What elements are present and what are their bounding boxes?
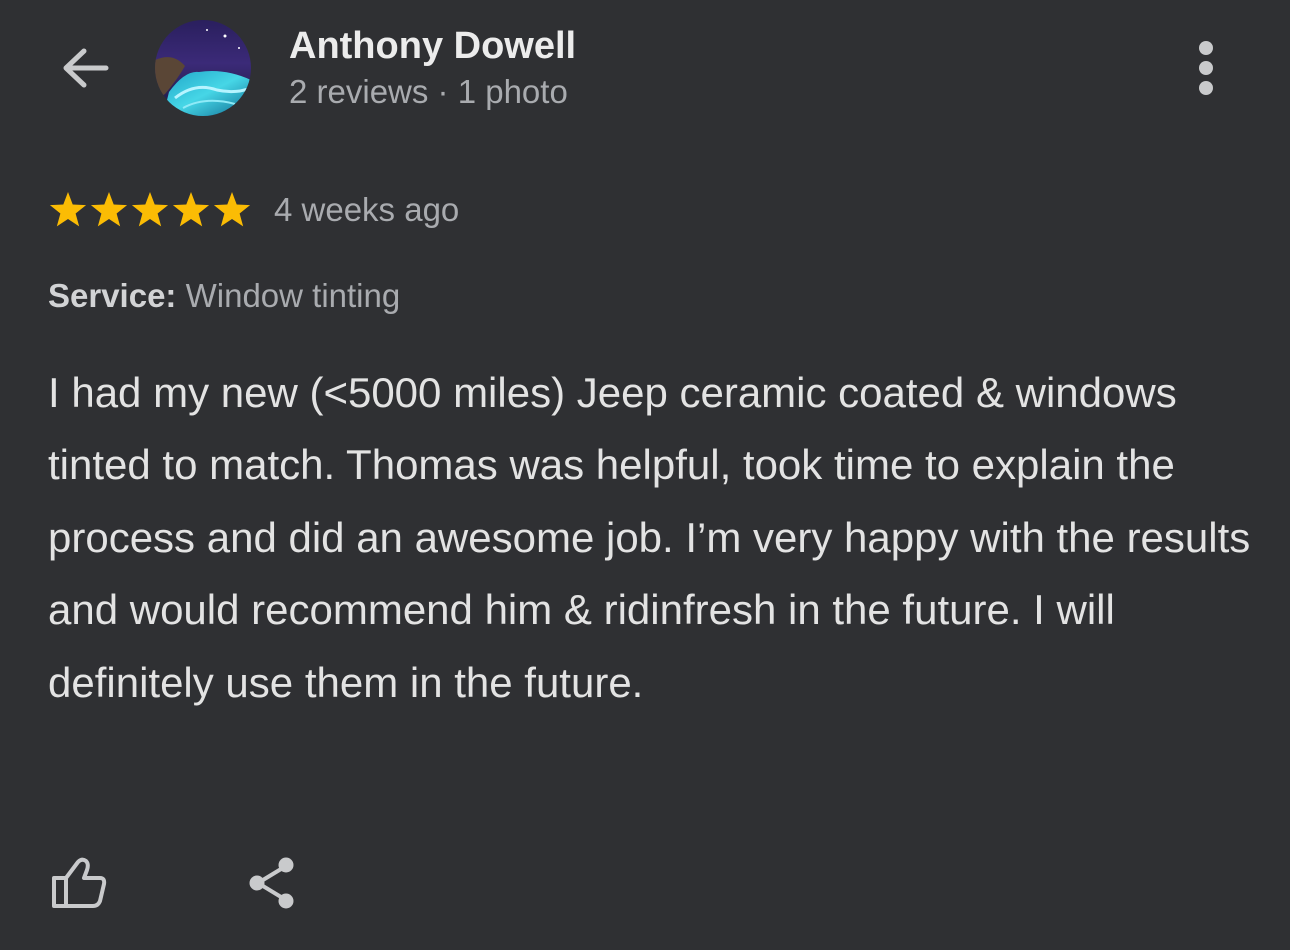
service-label: Service: xyxy=(48,277,177,314)
star-icon xyxy=(49,192,87,227)
back-button[interactable] xyxy=(52,40,116,96)
avatar-image xyxy=(155,20,251,116)
share-icon xyxy=(249,857,294,909)
more-options-button[interactable] xyxy=(1180,38,1232,98)
star-icon xyxy=(131,192,169,227)
thumbs-up-icon xyxy=(52,857,107,908)
service-value: Window tinting xyxy=(185,277,401,314)
service-row: Service: Window tinting xyxy=(48,276,400,316)
star-rating xyxy=(48,190,252,230)
author-name[interactable]: Anthony Dowell xyxy=(289,24,576,68)
rating-row: 4 weeks ago xyxy=(48,188,459,232)
author-meta: 2 reviews · 1 photo xyxy=(289,73,568,110)
review-date: 4 weeks ago xyxy=(274,191,460,228)
star-icon xyxy=(213,192,251,227)
arrow-left-icon xyxy=(63,48,109,88)
like-button[interactable] xyxy=(44,848,114,918)
star-icon xyxy=(90,192,128,227)
avatar[interactable] xyxy=(155,20,251,116)
share-button[interactable] xyxy=(236,848,306,918)
review-text: I had my new (<5000 miles) Jeep ceramic … xyxy=(48,369,1251,706)
more-vertical-icon xyxy=(1199,41,1213,95)
star-icon xyxy=(172,192,210,227)
